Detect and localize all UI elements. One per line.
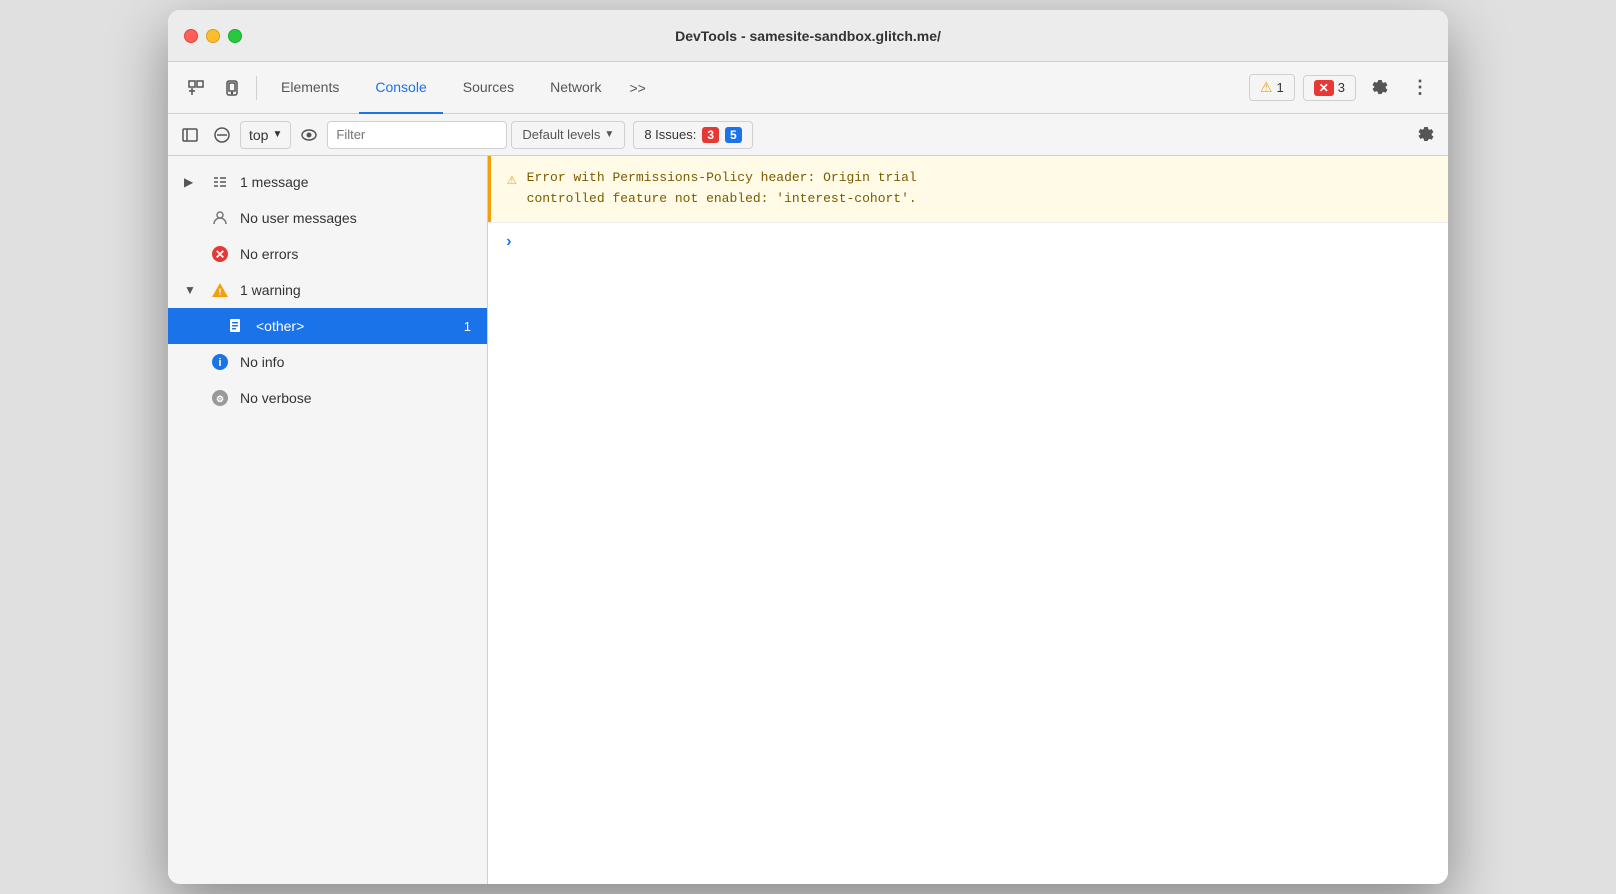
- tab-sources[interactable]: Sources: [447, 62, 530, 114]
- console-warning-entry[interactable]: ⚠ Error with Permissions-Policy header: …: [488, 156, 1448, 222]
- verbose-label: No verbose: [240, 390, 471, 406]
- file-icon: [226, 316, 246, 336]
- expand-icon-warnings: ▼: [184, 283, 200, 297]
- list-icon: [210, 172, 230, 192]
- live-expression-button[interactable]: [295, 121, 323, 149]
- sidebar-item-verbose[interactable]: ⚙ No verbose: [168, 380, 487, 416]
- messages-label: 1 message: [240, 174, 471, 190]
- clear-console-button[interactable]: [208, 121, 236, 149]
- console-output: ⚠ Error with Permissions-Policy header: …: [488, 156, 1448, 884]
- svg-text:!: !: [219, 287, 222, 297]
- traffic-lights: [184, 29, 242, 43]
- inspect-icon[interactable]: [180, 72, 212, 104]
- warning-triangle-icon: ⚠: [507, 169, 517, 189]
- errors-label: No errors: [240, 246, 471, 262]
- warning-icon: !: [210, 280, 230, 300]
- error-badge-btn[interactable]: ✕ 3: [1303, 75, 1356, 101]
- tab-console[interactable]: Console: [359, 62, 442, 114]
- close-button[interactable]: [184, 29, 198, 43]
- sidebar-item-user-messages[interactable]: No user messages: [168, 200, 487, 236]
- maximize-button[interactable]: [228, 29, 242, 43]
- issues-info-count: 5: [725, 127, 742, 143]
- sidebar-item-messages[interactable]: ▶ 1 message: [168, 164, 487, 200]
- console-settings-button[interactable]: [1412, 121, 1440, 149]
- sidebar-item-warnings[interactable]: ▼ ! 1 warning: [168, 272, 487, 308]
- sidebar-item-errors[interactable]: ✕ No errors: [168, 236, 487, 272]
- other-label: <other>: [256, 318, 454, 334]
- more-menu-button[interactable]: ⋮: [1404, 72, 1436, 104]
- log-levels-dropdown[interactable]: Default levels ▼: [511, 121, 625, 149]
- issues-label: 8 Issues:: [644, 127, 696, 142]
- info-icon: i: [210, 352, 230, 372]
- filter-input[interactable]: [327, 121, 507, 149]
- issues-error-count: 3: [702, 127, 719, 143]
- tab-more[interactable]: >>: [621, 62, 653, 114]
- warning-badge-btn[interactable]: ⚠ 1: [1249, 74, 1295, 101]
- main-toolbar: Elements Console Sources Network >> ⚠ 1 …: [168, 62, 1448, 114]
- minimize-button[interactable]: [206, 29, 220, 43]
- chevron-down-icon-levels: ▼: [604, 129, 614, 140]
- console-sidebar: ▶ 1 message: [168, 156, 488, 884]
- svg-text:i: i: [218, 357, 221, 369]
- sidebar-item-info[interactable]: i No info: [168, 344, 487, 380]
- warning-text: Error with Permissions-Policy header: Or…: [527, 168, 917, 210]
- warnings-label: 1 warning: [240, 282, 471, 298]
- warning-icon: ⚠: [1260, 79, 1273, 96]
- expand-icon-messages: ▶: [184, 175, 200, 189]
- context-label: top: [249, 127, 268, 143]
- info-label: No info: [240, 354, 471, 370]
- tab-elements[interactable]: Elements: [265, 62, 355, 114]
- console-toolbar: top ▼ Default levels ▼ 8 Issues: 3 5: [168, 114, 1448, 156]
- device-icon[interactable]: [216, 72, 248, 104]
- other-count: 1: [464, 319, 471, 334]
- sidebar-toggle-button[interactable]: [176, 121, 204, 149]
- log-levels-label: Default levels: [522, 127, 600, 142]
- prompt-arrow-icon: ›: [504, 233, 514, 251]
- window-title: DevTools - samesite-sandbox.glitch.me/: [675, 28, 941, 44]
- verbose-icon: ⚙: [210, 388, 230, 408]
- titlebar: DevTools - samesite-sandbox.glitch.me/: [168, 10, 1448, 62]
- console-prompt-area[interactable]: ›: [488, 222, 1448, 261]
- issues-button[interactable]: 8 Issues: 3 5: [633, 121, 752, 149]
- toolbar-right: ⚠ 1 ✕ 3 ⋮: [1249, 72, 1436, 104]
- more-icon: ⋮: [1411, 77, 1429, 98]
- settings-button[interactable]: [1364, 72, 1396, 104]
- error-icon: ✕: [1314, 80, 1334, 96]
- error-icon: ✕: [210, 244, 230, 264]
- tab-network[interactable]: Network: [534, 62, 617, 114]
- user-icon: [210, 208, 230, 228]
- svg-text:⚙: ⚙: [216, 394, 224, 404]
- user-messages-label: No user messages: [240, 210, 471, 226]
- toolbar-divider: [256, 76, 257, 100]
- context-dropdown[interactable]: top ▼: [240, 121, 291, 149]
- svg-text:✕: ✕: [215, 248, 225, 262]
- warning-count: 1: [1276, 80, 1283, 95]
- devtools-window: DevTools - samesite-sandbox.glitch.me/ E…: [168, 10, 1448, 884]
- sidebar-item-other[interactable]: <other> 1: [168, 308, 487, 344]
- chevron-down-icon: ▼: [272, 129, 282, 140]
- error-count: 3: [1338, 80, 1345, 95]
- main-content: ▶ 1 message: [168, 156, 1448, 884]
